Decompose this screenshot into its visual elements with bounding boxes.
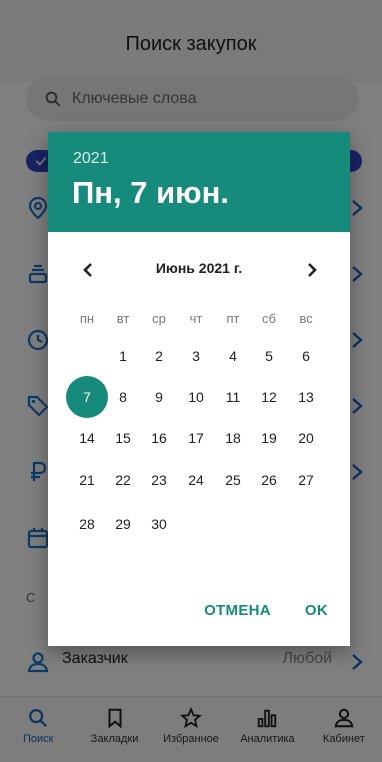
weekday-label: вт	[116, 311, 130, 326]
day-cell[interactable]: 1	[105, 338, 141, 374]
day-cell[interactable]: 23	[141, 462, 177, 498]
day-cell[interactable]: 3	[178, 338, 214, 374]
day-cell[interactable]: 10	[178, 379, 214, 415]
day-cell[interactable]: 28	[69, 506, 105, 542]
day-cell[interactable]: 6	[288, 338, 324, 374]
weekday-label: сб	[262, 311, 276, 326]
cancel-button[interactable]: ОТМЕНА	[204, 602, 271, 632]
day-cell[interactable]: 9	[141, 379, 177, 415]
day-cell[interactable]: 15	[105, 420, 141, 456]
day-cell[interactable]: 30	[141, 506, 177, 542]
day-cell[interactable]: 16	[141, 420, 177, 456]
weekday-label: пн	[79, 311, 95, 326]
day-cell[interactable]: 26	[251, 462, 287, 498]
day-cell[interactable]: 27	[288, 462, 324, 498]
day-cell[interactable]: 13	[288, 379, 324, 415]
weekday-label: ср	[152, 311, 166, 326]
selected-date: Пн, 7 июн.	[72, 175, 229, 210]
day-cell[interactable]: 19	[251, 420, 287, 456]
day-cell[interactable]: 5	[251, 338, 287, 374]
weekday-label: вс	[299, 311, 313, 326]
day-cell[interactable]: 29	[105, 506, 141, 542]
chevron-right-icon	[308, 263, 317, 277]
day-cell[interactable]: 20	[288, 420, 324, 456]
day-cell[interactable]: 18	[215, 420, 251, 456]
year-selector[interactable]: 2021	[73, 150, 109, 168]
day-cell[interactable]: 4	[215, 338, 251, 374]
day-cell[interactable]: 2	[141, 338, 177, 374]
day-cell[interactable]: 24	[178, 462, 214, 498]
ok-button[interactable]: OK	[305, 602, 328, 632]
dialog-actions: ОТМЕНА OK	[204, 602, 350, 632]
day-cell[interactable]: 11	[215, 379, 251, 415]
day-cell[interactable]: 12	[251, 379, 287, 415]
day-cell[interactable]: 14	[69, 420, 105, 456]
date-picker-header: 2021 Пн, 7 июн.	[48, 132, 350, 232]
date-picker-dialog: 2021 Пн, 7 июн. Июнь 2021 г. пн вт ср чт пт с…	[48, 132, 350, 646]
day-cell[interactable]: 8	[105, 379, 141, 415]
weekday-label: чт	[189, 311, 203, 326]
day-cell[interactable]: 21	[69, 462, 105, 498]
day-cell[interactable]: 17	[178, 420, 214, 456]
weekday-label: пт	[226, 311, 240, 326]
day-cell-selected[interactable]: 7	[66, 376, 108, 418]
next-month-button[interactable]	[300, 258, 324, 282]
day-cell[interactable]: 22	[105, 462, 141, 498]
day-cell[interactable]: 25	[215, 462, 251, 498]
